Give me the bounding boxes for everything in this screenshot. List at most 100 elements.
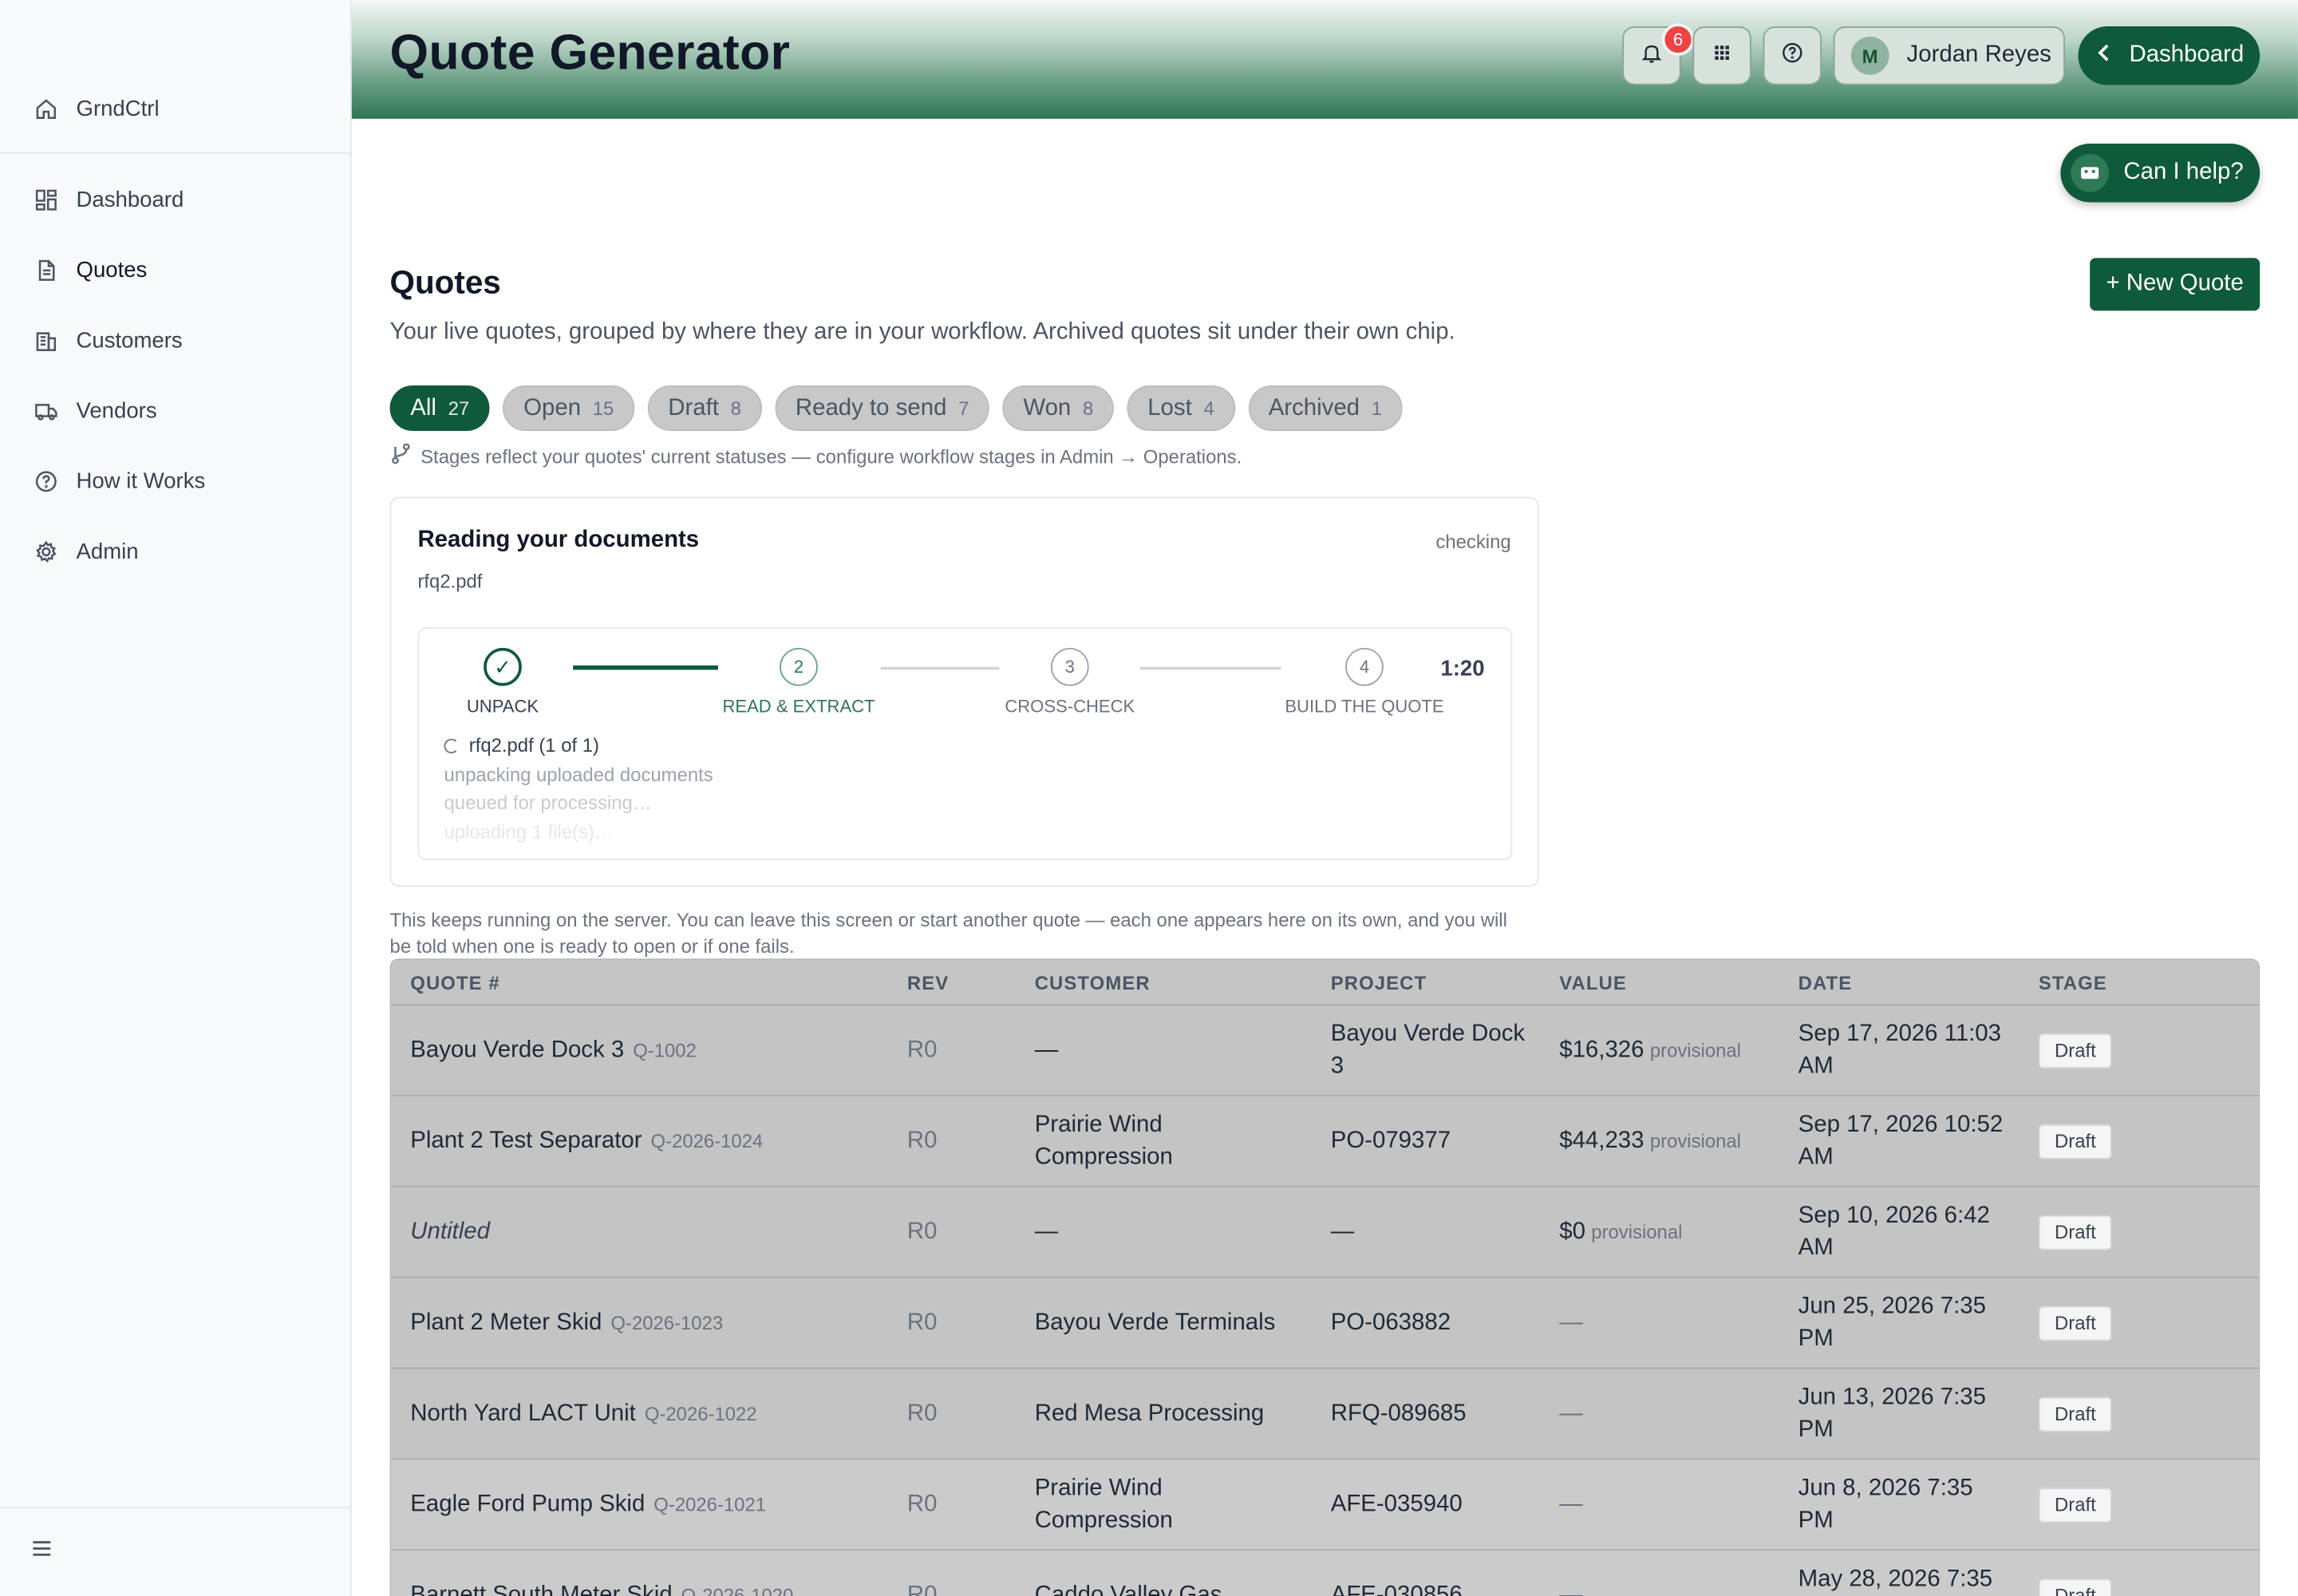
table-row[interactable]: North Yard LACT Unit Q-2026-1022 R0 Red M… (391, 1369, 2259, 1460)
chip-ready-to-send[interactable]: Ready to send 7 (775, 385, 990, 431)
sidebar-item-label: Admin (76, 538, 139, 564)
sidebar-item-vendors[interactable]: Vendors (0, 381, 350, 440)
sidebar-item-label: Vendors (76, 397, 157, 423)
quote-name: North Yard LACT Unit (410, 1400, 636, 1426)
back-to-dashboard-button[interactable]: Dashboard (2078, 26, 2260, 85)
chip-label: Archived (1268, 394, 1360, 421)
table-row[interactable]: Plant 2 Meter Skid Q-2026-1023 R0 Bayou V… (391, 1278, 2259, 1369)
step-1-label: UNPACK (466, 696, 539, 717)
value-amount: $16,326 (1559, 1037, 1645, 1062)
customer-cell: Caddo Valley Gas (1034, 1582, 1222, 1596)
bell-icon (1640, 41, 1663, 72)
step-connector (1139, 666, 1281, 670)
step-3-indicator: 3 (1050, 647, 1089, 686)
rev-cell: R0 (906, 1582, 938, 1596)
app-window: GrndCtrl Dashboard Quotes Customers Vend… (0, 0, 2298, 1596)
assistant-help-button[interactable]: Can I help? (2060, 143, 2260, 203)
server-note: This keeps running on the server. You ca… (389, 908, 1507, 957)
sidebar-item-how-it-works[interactable]: How it Works (0, 452, 350, 510)
quote-name: Untitled (410, 1219, 490, 1244)
quote-name: Plant 2 Test Separator (410, 1128, 642, 1153)
chip-won[interactable]: Won 8 (1002, 385, 1114, 431)
chip-label: All (410, 394, 436, 421)
chip-archived[interactable]: Archived 1 (1247, 385, 1403, 431)
help-button-label: Can I help? (2123, 160, 2244, 185)
processing-progress-panel: ✓ UNPACK 2 READ & EXTRACT 3 CROSS-CHECK … (417, 627, 1513, 861)
help-circle-icon (32, 468, 58, 494)
quote-name: Bayou Verde Dock 3 (410, 1037, 625, 1062)
chip-count: 27 (448, 397, 470, 420)
table-header: QUOTE # REV CUSTOMER PROJECT VALUE DATE … (391, 960, 2259, 1005)
step-connector (880, 666, 1000, 670)
value-cell: — (1559, 1400, 1583, 1426)
log-line: uploading 1 file(s)… (444, 820, 614, 843)
chip-label: Ready to send (795, 394, 947, 421)
notifications-button[interactable]: 6 (1622, 23, 1695, 85)
quotes-title: Quotes (389, 263, 501, 301)
chevron-left-icon (2094, 41, 2129, 69)
user-name: Jordan Reyes (1906, 42, 2051, 68)
status-badge: Draft (2038, 1578, 2113, 1596)
chip-lost[interactable]: Lost 4 (1127, 385, 1235, 431)
step-connector (573, 665, 718, 670)
column-header-quote[interactable]: QUOTE # (410, 972, 500, 994)
help-button[interactable] (1763, 26, 1822, 85)
value-note: provisional (1649, 1129, 1741, 1152)
log-text: rfq2.pdf (1 of 1) (468, 734, 600, 757)
customer-cell: Prairie Wind Compression (1034, 1475, 1173, 1533)
project-cell: Bayou Verde Dock 3 (1330, 1021, 1526, 1078)
customer-cell: Prairie Wind Compression (1034, 1112, 1173, 1169)
sidebar-item-quotes[interactable]: Quotes (0, 240, 350, 298)
project-cell: AFE-030856 (1330, 1582, 1463, 1596)
table-row[interactable]: Untitled R0 — — $0 provisional Sep 10, 20… (391, 1187, 2259, 1278)
column-header-value[interactable]: VALUE (1559, 972, 1627, 994)
project-cell: — (1330, 1219, 1355, 1244)
project-cell: PO-079377 (1330, 1128, 1451, 1153)
quote-cell: Plant 2 Test Separator Q-2026-1024 (410, 1128, 763, 1154)
sidebar-item-home[interactable]: GrndCtrl (0, 79, 350, 137)
column-header-customer[interactable]: CUSTOMER (1035, 972, 1151, 994)
table-row[interactable]: Eagle Ford Pump Skid Q-2026-1021 R0 Prair… (391, 1460, 2259, 1551)
chip-count: 7 (958, 397, 969, 420)
sidebar-collapse-button[interactable] (0, 1507, 350, 1596)
date-cell: May 28, 2026 7:35 PM (1798, 1566, 1993, 1591)
customer-cell: — (1034, 1219, 1059, 1244)
quotes-subtitle: Your live quotes, grouped by where they … (389, 319, 1455, 345)
value-cell: — (1559, 1491, 1583, 1517)
chip-label: Won (1023, 394, 1072, 421)
table-row[interactable]: Bayou Verde Dock 3 Q-1002 R0 — Bayou Verd… (391, 1005, 2259, 1096)
table-row[interactable]: Barnett South Meter Skid Q-2026-1020 R0 C… (391, 1551, 2259, 1596)
sidebar-item-admin[interactable]: Admin (0, 522, 350, 580)
chip-open[interactable]: Open 15 (503, 385, 635, 431)
document-processing-card: Reading your documents rfq2.pdf checking… (389, 496, 1539, 887)
customer-cell: Bayou Verde Terminals (1034, 1310, 1276, 1335)
processing-title: Reading your documents (417, 527, 700, 553)
column-header-stage[interactable]: STAGE (2039, 972, 2107, 994)
step-3-label: CROSS-CHECK (1005, 696, 1135, 717)
log-line-current: rfq2.pdf (1 of 1) (444, 732, 713, 760)
chip-count: 8 (1082, 397, 1094, 420)
column-header-project[interactable]: PROJECT (1331, 972, 1427, 994)
step-2-label: READ & EXTRACT (722, 696, 875, 717)
column-header-rev[interactable]: REV (907, 972, 949, 994)
quotes-table: QUOTE # REV CUSTOMER PROJECT VALUE DATE … (389, 958, 2260, 1596)
sidebar-item-dashboard[interactable]: Dashboard (0, 170, 350, 228)
table-row[interactable]: Plant 2 Test Separator Q-2026-1024 R0 Pra… (391, 1096, 2259, 1187)
column-header-date[interactable]: DATE (1799, 972, 1853, 994)
chip-all[interactable]: All 27 (389, 385, 490, 431)
quote-id: Q-2026-1020 (681, 1583, 794, 1596)
date-cell: Jun 8, 2026 7:35 PM (1798, 1475, 1973, 1533)
new-quote-button[interactable]: + New Quote (2090, 258, 2260, 311)
customer-cell: — (1034, 1037, 1059, 1062)
chip-draft[interactable]: Draft 8 (647, 385, 762, 431)
chip-count: 8 (730, 397, 741, 420)
spinner-icon (444, 738, 459, 753)
quote-id: Q-2026-1023 (610, 1310, 724, 1333)
user-menu-button[interactable]: M Jordan Reyes (1833, 26, 2065, 85)
date-cell: Jun 25, 2026 7:35 PM (1798, 1293, 1986, 1351)
quote-name: Barnett South Meter Skid (410, 1582, 673, 1596)
rev-cell: R0 (906, 1491, 938, 1517)
sidebar-item-customers[interactable]: Customers (0, 310, 350, 369)
date-cell: Sep 17, 2026 11:03 AM (1798, 1021, 2002, 1078)
apps-button[interactable] (1692, 26, 1751, 85)
